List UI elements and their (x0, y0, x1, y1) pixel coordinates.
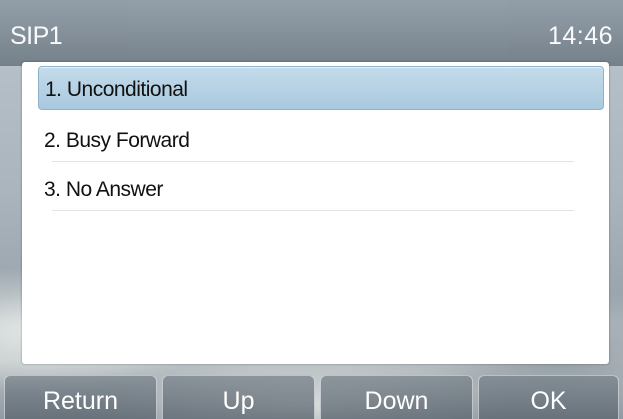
status-bar: SIP1 14:46 (0, 0, 623, 66)
down-softkey[interactable]: Down (320, 375, 473, 419)
menu-divider (52, 161, 574, 162)
menu-item-unconditional[interactable]: 1. Unconditional (38, 66, 604, 110)
menu-item-label: 3. No Answer (44, 178, 163, 201)
clock-time: 14:46 (547, 22, 613, 50)
account-title: SIP1 (10, 22, 63, 50)
menu-divider (52, 210, 574, 211)
menu-item-busy-forward[interactable]: 2. Busy Forward (38, 118, 604, 162)
ok-softkey[interactable]: OK (478, 375, 619, 419)
return-softkey[interactable]: Return (4, 375, 157, 419)
up-softkey[interactable]: Up (162, 375, 315, 419)
menu-item-label: 1. Unconditional (45, 78, 188, 101)
forward-menu-panel: 1. Unconditional 2. Busy Forward 3. No A… (22, 62, 609, 364)
menu-item-no-answer[interactable]: 3. No Answer (38, 167, 604, 211)
softkey-bar: Return Up Down OK (0, 375, 623, 419)
menu-item-label: 2. Busy Forward (44, 129, 190, 152)
